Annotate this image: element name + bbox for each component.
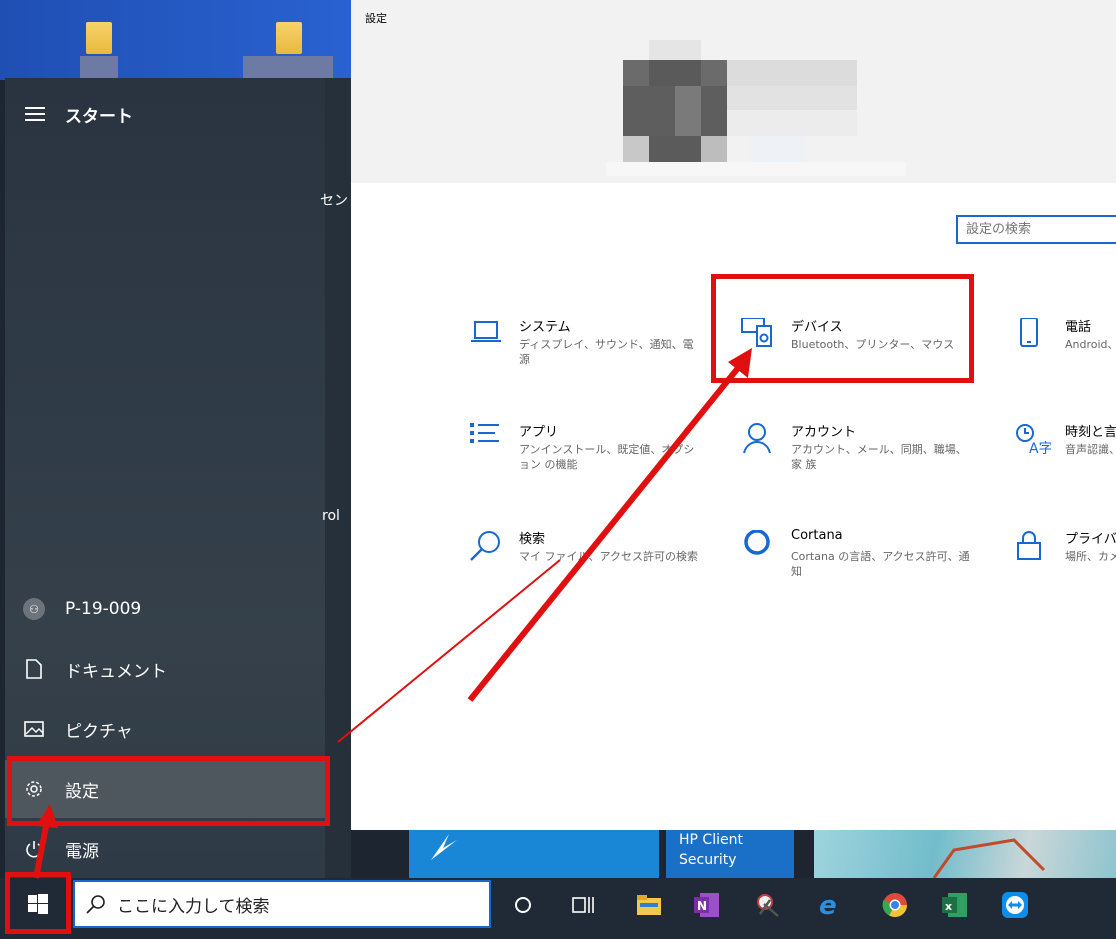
arrow-line-thin	[337, 559, 561, 743]
annotation-arrows	[33, 348, 752, 879]
arrowhead-settings	[36, 804, 58, 828]
arrow-line-to-devices	[467, 361, 745, 702]
